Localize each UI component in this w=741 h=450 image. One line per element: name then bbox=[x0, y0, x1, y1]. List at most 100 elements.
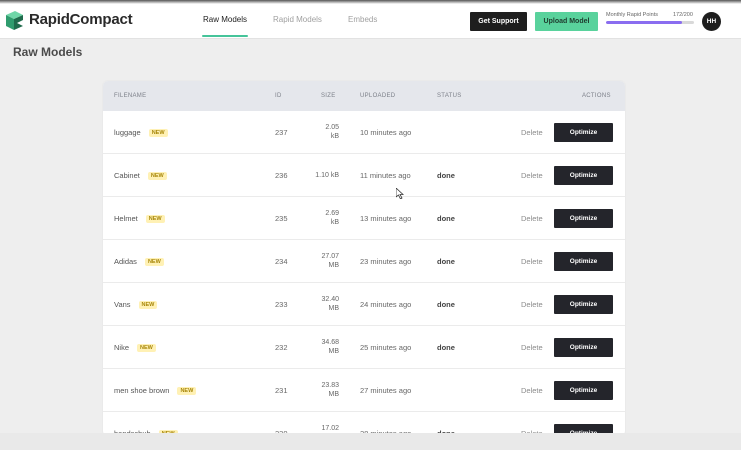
new-badge: NEW bbox=[177, 386, 197, 395]
delete-button[interactable]: Delete bbox=[521, 128, 543, 137]
column-uploaded: UPLOADED bbox=[360, 93, 396, 99]
delete-button[interactable]: Delete bbox=[521, 214, 543, 223]
rapidcompact-logo-icon[interactable] bbox=[6, 11, 23, 30]
row-filename-text[interactable]: Helmet bbox=[114, 214, 138, 223]
row-size-value: 32.40 bbox=[321, 296, 339, 303]
row-id: 232 bbox=[275, 343, 288, 352]
active-tab-indicator bbox=[202, 35, 248, 37]
row-id: 236 bbox=[275, 171, 288, 180]
row-filename[interactable]: Nike NEW bbox=[114, 343, 156, 352]
new-badge: NEW bbox=[144, 257, 164, 266]
row-size-value: 23.83 bbox=[321, 382, 339, 389]
rapid-points-value: 172/200 bbox=[673, 12, 693, 18]
row-status: done bbox=[437, 214, 455, 223]
row-uploaded: 11 minutes ago bbox=[360, 171, 411, 180]
row-size-value: 2.05 bbox=[325, 124, 339, 131]
row-filename-text[interactable]: luggage bbox=[114, 128, 141, 137]
row-uploaded: 27 minutes ago bbox=[360, 386, 412, 395]
row-filename-text[interactable]: Adidas bbox=[114, 257, 137, 266]
row-size-unit: MB bbox=[328, 348, 340, 355]
row-size-unit: MB bbox=[328, 262, 340, 269]
page-title: Raw Models bbox=[13, 45, 83, 59]
table-row[interactable]: Helmet NEW 235 2.69 kB 13 minutes ago do… bbox=[103, 197, 625, 240]
delete-button[interactable]: Delete bbox=[521, 386, 543, 395]
brand-name[interactable]: RapidCompact bbox=[29, 11, 133, 28]
optimize-button[interactable]: Optimize bbox=[554, 252, 613, 271]
delete-button[interactable]: Delete bbox=[521, 300, 543, 309]
row-uploaded: 24 minutes ago bbox=[360, 300, 412, 309]
row-filename-text[interactable]: men shoe brown bbox=[114, 386, 169, 395]
row-filename-text[interactable]: Vans bbox=[114, 300, 131, 309]
row-filename[interactable]: luggage NEW bbox=[114, 128, 168, 137]
column-actions: ACTIONS bbox=[582, 93, 611, 99]
row-uploaded: 10 minutes ago bbox=[360, 128, 412, 137]
row-uploaded: 25 minutes ago bbox=[360, 343, 412, 352]
row-status: done bbox=[437, 257, 455, 266]
get-support-button[interactable]: Get Support bbox=[470, 12, 527, 31]
optimize-button[interactable]: Optimize bbox=[554, 338, 613, 357]
optimize-button[interactable]: Optimize bbox=[554, 123, 613, 142]
row-size-unit: kB bbox=[330, 133, 339, 140]
new-badge: NEW bbox=[148, 128, 168, 137]
row-id: 234 bbox=[275, 257, 288, 266]
upload-model-button[interactable]: Upload Model bbox=[535, 12, 598, 31]
row-filename[interactable]: Helmet NEW bbox=[114, 214, 165, 223]
row-id: 235 bbox=[275, 214, 288, 223]
table-row[interactable]: men shoe brown NEW 231 23.83 MB 27 minut… bbox=[103, 369, 625, 412]
tab-raw-models[interactable]: Raw Models bbox=[203, 15, 247, 24]
avatar[interactable]: HH bbox=[702, 12, 721, 31]
new-badge: NEW bbox=[137, 343, 156, 352]
delete-button[interactable]: Delete bbox=[521, 343, 543, 352]
delete-button[interactable]: Delete bbox=[521, 257, 543, 266]
top-header: RapidCompact Raw Models Rapid Models Emb… bbox=[0, 0, 741, 39]
row-id: 231 bbox=[275, 386, 288, 395]
tab-rapid-models[interactable]: Rapid Models bbox=[273, 15, 322, 24]
table-row[interactable]: luggage NEW 237 2.05 kB 10 minutes ago D… bbox=[103, 111, 625, 154]
tab-embeds[interactable]: Embeds bbox=[348, 15, 377, 24]
row-size-value: 27.07 bbox=[321, 253, 339, 260]
row-filename[interactable]: Cabinet NEW bbox=[114, 171, 167, 180]
row-size: 23.83 MB bbox=[309, 381, 339, 399]
delete-button[interactable]: Delete bbox=[521, 171, 543, 180]
optimize-button[interactable]: Optimize bbox=[554, 295, 613, 314]
row-size: 1.10 kB bbox=[309, 171, 339, 180]
row-filename-text[interactable]: Cabinet bbox=[114, 171, 140, 180]
row-filename[interactable]: Vans NEW bbox=[114, 300, 158, 309]
column-filename: FILENAME bbox=[114, 93, 147, 99]
table-row[interactable]: Cabinet NEW 236 1.10 kB 11 minutes ago d… bbox=[103, 154, 625, 197]
row-filename-text[interactable]: Nike bbox=[114, 343, 129, 352]
row-uploaded: 23 minutes ago bbox=[360, 257, 412, 266]
row-status: done bbox=[437, 171, 455, 180]
new-badge: NEW bbox=[147, 171, 167, 180]
table-row[interactable]: Vans NEW 233 32.40 MB 24 minutes ago don… bbox=[103, 283, 625, 326]
column-size: SIZE bbox=[321, 93, 336, 99]
optimize-button[interactable]: Optimize bbox=[554, 381, 613, 400]
column-status: STATUS bbox=[437, 93, 462, 99]
table-row[interactable]: Adidas NEW 234 27.07 MB 23 minutes ago d… bbox=[103, 240, 625, 283]
row-size: 2.05 kB bbox=[309, 123, 339, 141]
column-id: ID bbox=[275, 93, 282, 99]
new-badge: NEW bbox=[145, 214, 165, 223]
models-table: FILENAME ID SIZE UPLOADED STATUS ACTIONS… bbox=[103, 81, 625, 436]
row-filename[interactable]: men shoe brown NEW bbox=[114, 386, 197, 395]
row-id: 237 bbox=[275, 128, 288, 137]
row-status: done bbox=[437, 343, 455, 352]
row-size-unit: MB bbox=[328, 305, 340, 312]
row-size-unit: kB bbox=[330, 219, 339, 226]
row-size: 2.69 kB bbox=[309, 209, 339, 227]
optimize-button[interactable]: Optimize bbox=[554, 209, 613, 228]
optimize-button[interactable]: Optimize bbox=[554, 166, 613, 185]
row-size: 27.07 MB bbox=[309, 252, 339, 270]
row-size-value: 34.68 bbox=[321, 339, 339, 346]
table-header: FILENAME ID SIZE UPLOADED STATUS ACTIONS bbox=[103, 81, 625, 111]
row-uploaded: 13 minutes ago bbox=[360, 214, 412, 223]
rapid-points-progress-fill bbox=[606, 21, 682, 24]
row-size-value: 17.02 bbox=[321, 425, 339, 432]
row-id: 233 bbox=[275, 300, 288, 309]
rapid-points-label: Monthly Rapid Points bbox=[606, 12, 658, 18]
table-row[interactable]: Nike NEW 232 34.68 MB 25 minutes ago don… bbox=[103, 326, 625, 369]
mouse-cursor-icon bbox=[396, 188, 404, 199]
rapid-points-progress bbox=[606, 21, 694, 24]
row-filename[interactable]: Adidas NEW bbox=[114, 257, 164, 266]
bottom-fade bbox=[0, 433, 741, 450]
